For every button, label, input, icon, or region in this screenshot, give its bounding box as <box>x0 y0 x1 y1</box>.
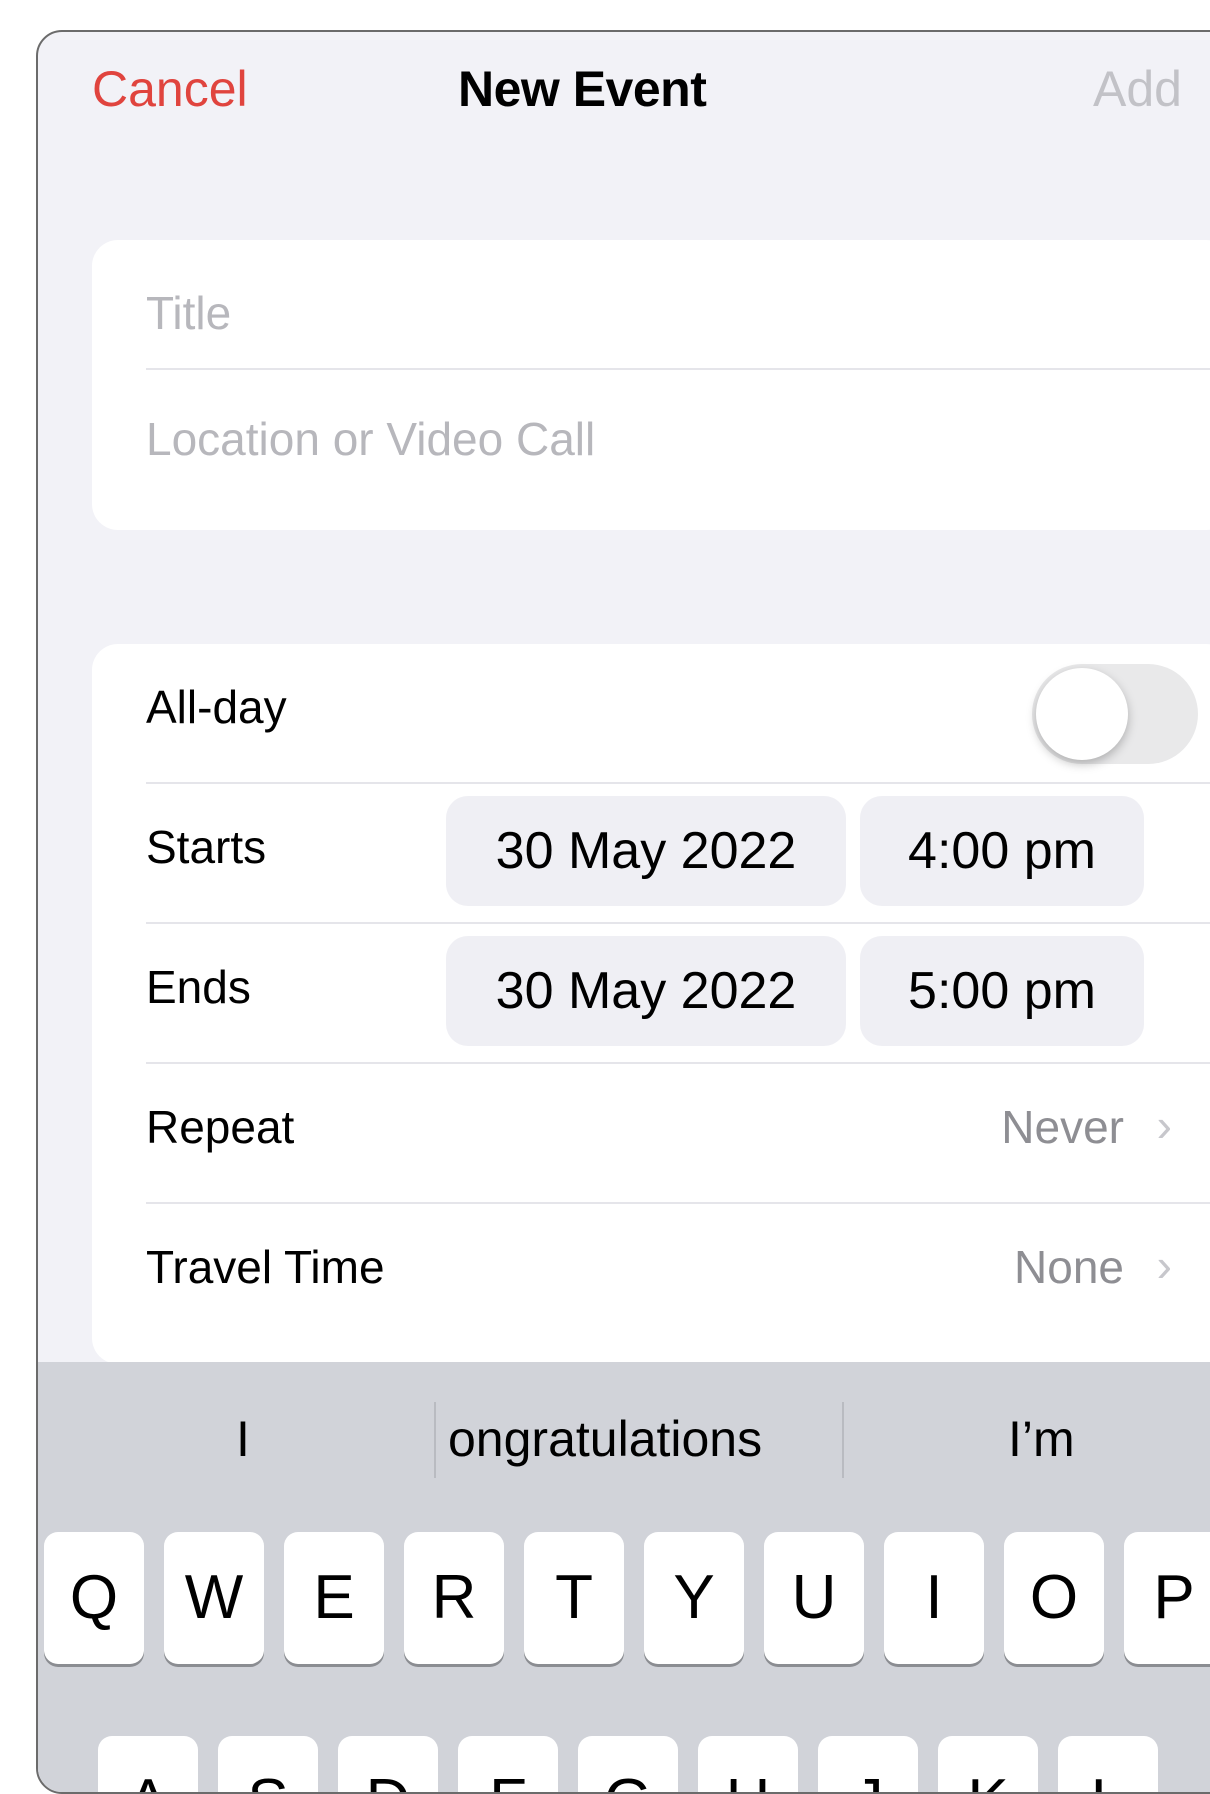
repeat-value: Never <box>1001 1101 1124 1153</box>
suggestion-2[interactable]: ongratulations <box>448 1410 762 1468</box>
repeat-label: Repeat <box>146 1101 295 1153</box>
divider <box>146 922 1210 924</box>
ends-date-button[interactable]: 30 May 2022 <box>446 936 846 1046</box>
chevron-right-icon: › <box>1156 1239 1172 1291</box>
key-k[interactable]: K <box>938 1736 1038 1792</box>
divider <box>146 368 1210 370</box>
key-p[interactable]: P <box>1124 1532 1210 1664</box>
divider <box>146 782 1210 784</box>
key-d[interactable]: D <box>338 1736 438 1792</box>
suggestion-3[interactable]: I’m <box>1008 1410 1075 1468</box>
starts-time-button[interactable]: 4:00 pm <box>860 796 1144 906</box>
divider <box>146 1202 1210 1204</box>
key-e[interactable]: E <box>284 1532 384 1664</box>
navigation-bar: Cancel New Event Add <box>38 32 1210 152</box>
key-y[interactable]: Y <box>644 1532 744 1664</box>
divider <box>146 1062 1210 1064</box>
new-event-sheet: Cancel New Event Add Title Location or V… <box>36 30 1210 1794</box>
cancel-button[interactable]: Cancel <box>92 60 248 118</box>
all-day-label: All-day <box>146 681 287 733</box>
key-t[interactable]: T <box>524 1532 624 1664</box>
title-input[interactable]: Title <box>146 286 231 340</box>
key-f[interactable]: F <box>458 1736 558 1792</box>
page-title: New Event <box>458 61 707 117</box>
suggestion-1[interactable]: I <box>236 1410 250 1468</box>
ends-time-button[interactable]: 5:00 pm <box>860 936 1144 1046</box>
travel-time-label: Travel Time <box>146 1241 385 1293</box>
location-input[interactable]: Location or Video Call <box>146 412 595 466</box>
keyboard: I ongratulations I’m Q W E R T Y U I O P… <box>38 1362 1210 1792</box>
title-location-card: Title Location or Video Call <box>92 240 1210 530</box>
add-button[interactable]: Add <box>1093 60 1182 118</box>
all-day-toggle[interactable] <box>1032 664 1198 764</box>
key-h[interactable]: H <box>698 1736 798 1792</box>
event-details-card: All-day Starts 30 May 2022 4:00 pm Ends … <box>92 644 1210 1364</box>
toggle-knob <box>1036 668 1128 760</box>
ends-label: Ends <box>146 961 251 1013</box>
travel-time-value: None <box>1014 1241 1124 1293</box>
suggestion-divider <box>842 1402 844 1478</box>
key-u[interactable]: U <box>764 1532 864 1664</box>
key-l[interactable]: L <box>1058 1736 1158 1792</box>
key-g[interactable]: G <box>578 1736 678 1792</box>
starts-date-button[interactable]: 30 May 2022 <box>446 796 846 906</box>
key-j[interactable]: J <box>818 1736 918 1792</box>
suggestion-divider <box>434 1402 436 1478</box>
key-w[interactable]: W <box>164 1532 264 1664</box>
chevron-right-icon: › <box>1156 1099 1172 1151</box>
key-i[interactable]: I <box>884 1532 984 1664</box>
key-q[interactable]: Q <box>44 1532 144 1664</box>
key-o[interactable]: O <box>1004 1532 1104 1664</box>
key-r[interactable]: R <box>404 1532 504 1664</box>
key-a[interactable]: A <box>98 1736 198 1792</box>
starts-label: Starts <box>146 821 267 873</box>
key-s[interactable]: S <box>218 1736 318 1792</box>
